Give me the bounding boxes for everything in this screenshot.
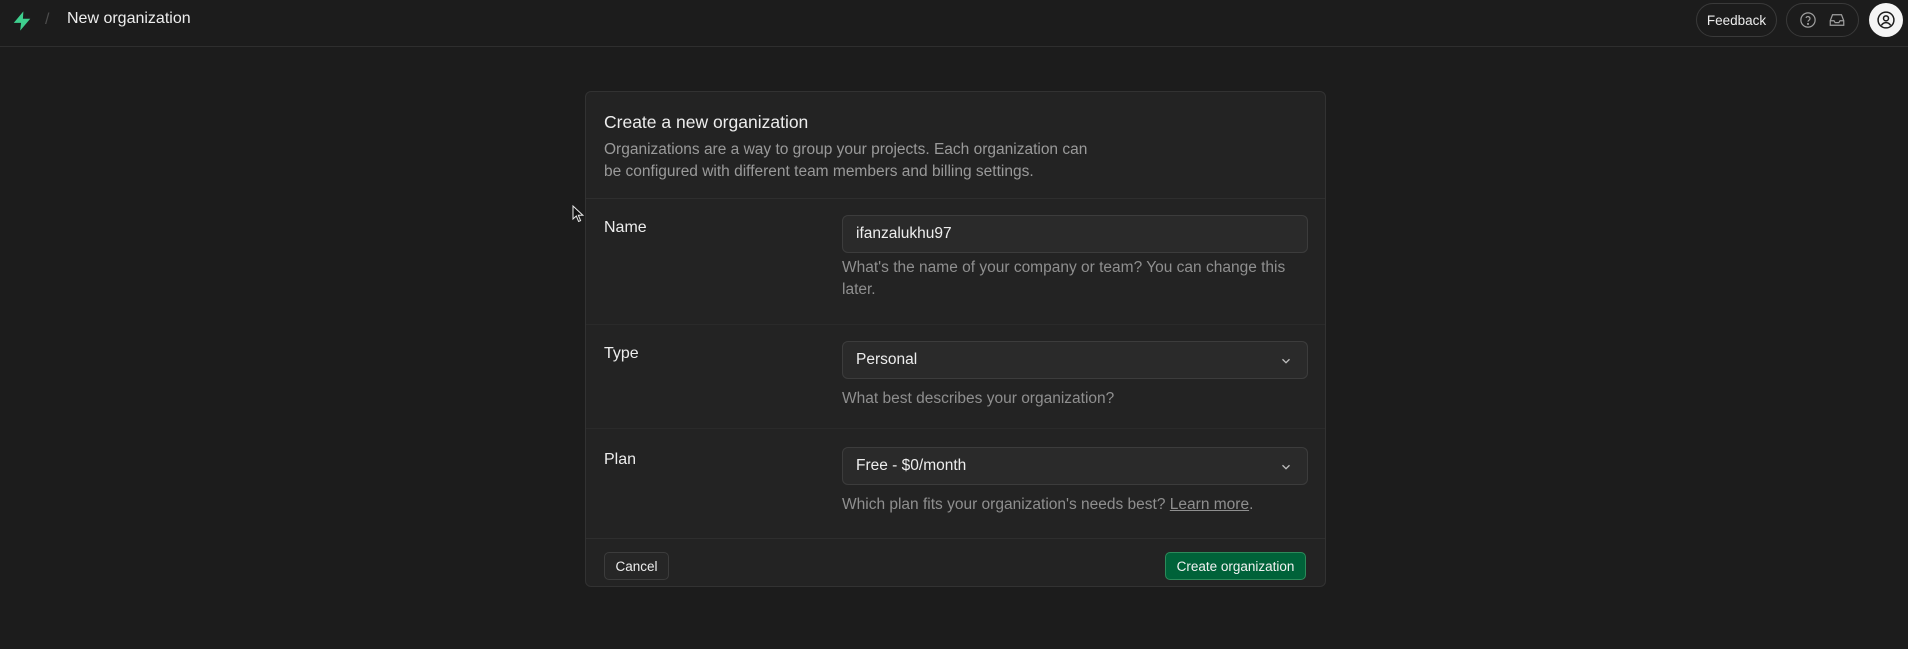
type-label: Type bbox=[604, 345, 639, 362]
learn-more-link[interactable]: Learn more bbox=[1170, 496, 1249, 513]
type-select[interactable]: Personal bbox=[842, 341, 1308, 379]
chevron-down-icon bbox=[1279, 460, 1293, 474]
plan-help-suffix: . bbox=[1249, 496, 1254, 513]
plan-select[interactable]: Free - $0/month bbox=[842, 447, 1308, 485]
plan-help-text: Which plan fits your organization's need… bbox=[842, 494, 1308, 516]
create-organization-card: Create a new organization Organizations … bbox=[585, 91, 1326, 587]
plan-select-value: Free - $0/month bbox=[856, 457, 967, 474]
type-help-text: What best describes your organization? bbox=[842, 390, 1115, 407]
name-input[interactable]: ifanzalukhu97 bbox=[842, 215, 1308, 253]
inbox-icon[interactable] bbox=[1827, 10, 1847, 30]
mouse-cursor-icon bbox=[572, 204, 585, 223]
top-bar: / New organization Feedback bbox=[0, 0, 1908, 47]
cancel-button[interactable]: Cancel bbox=[604, 552, 669, 580]
create-organization-button[interactable]: Create organization bbox=[1165, 552, 1306, 580]
form-description: Organizations are a way to group your pr… bbox=[604, 141, 1088, 180]
breadcrumb-separator: / bbox=[45, 11, 50, 28]
type-select-value: Personal bbox=[856, 351, 918, 368]
type-row: Type Personal What best describes your o… bbox=[586, 325, 1325, 429]
card-header: Create a new organization Organizations … bbox=[586, 92, 1325, 199]
feedback-button[interactable]: Feedback bbox=[1696, 3, 1777, 37]
header-icon-group bbox=[1786, 3, 1859, 37]
user-avatar-icon[interactable] bbox=[1869, 3, 1903, 37]
logo-icon[interactable] bbox=[11, 10, 33, 32]
form-title: Create a new organization bbox=[604, 112, 809, 132]
name-label: Name bbox=[604, 219, 647, 236]
name-help-text: What's the name of your company or team?… bbox=[842, 259, 1286, 298]
help-icon[interactable] bbox=[1798, 10, 1818, 30]
name-row: Name ifanzalukhu97 What's the name of yo… bbox=[586, 199, 1325, 325]
chevron-down-icon bbox=[1279, 354, 1293, 368]
page-title: New organization bbox=[67, 10, 191, 27]
plan-label: Plan bbox=[604, 451, 637, 468]
card-footer: Cancel Create organization bbox=[586, 539, 1325, 586]
plan-row: Plan Free - $0/month Which plan fits you… bbox=[586, 429, 1325, 539]
plan-help-prefix: Which plan fits your organization's need… bbox=[842, 496, 1166, 513]
name-input-value: ifanzalukhu97 bbox=[856, 225, 952, 242]
